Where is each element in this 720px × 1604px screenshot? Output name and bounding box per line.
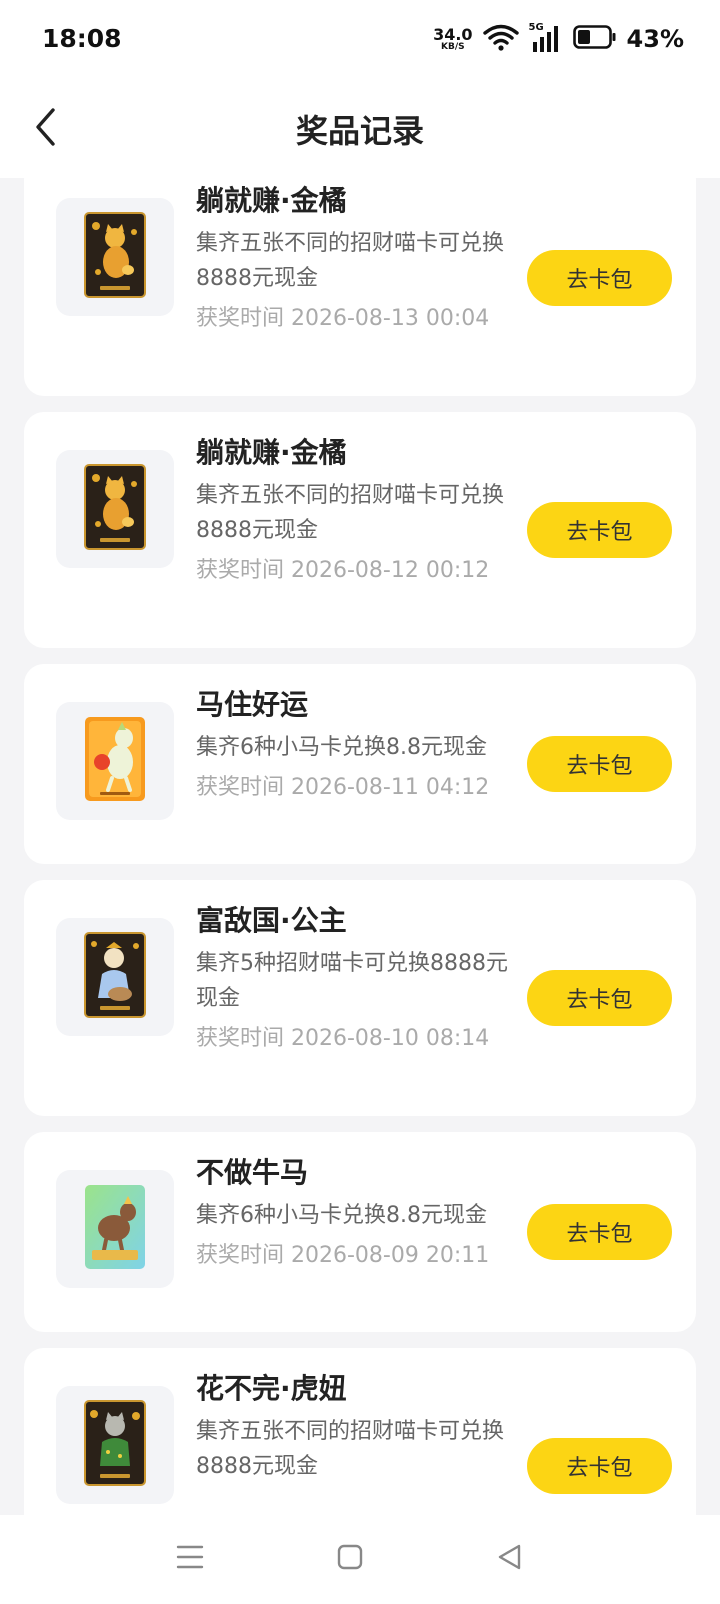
record-time: 获奖时间 2026-08-09 20:11: [196, 1243, 490, 1268]
go-to-card-pack-button[interactable]: 去卡包: [527, 970, 672, 1026]
record-title: 花不完·虎妞: [196, 1372, 347, 1405]
prize-record-card: 富敌国·公主 集齐5种招财喵卡可兑换8888元现金 获奖时间 2026-08-1…: [24, 880, 696, 1116]
record-title: 马住好运: [196, 688, 309, 721]
record-info: 不做牛马 集齐6种小马卡兑换8.8元现金 获奖时间 2026-08-09 20:…: [196, 1152, 514, 1271]
wifi-icon: [482, 23, 519, 55]
app-header: 奖品记录: [0, 80, 720, 178]
system-nav-bar: [0, 1515, 720, 1604]
record-time: 获奖时间 2026-08-11 04:12: [196, 775, 490, 800]
record-description: 集齐五张不同的招财喵卡可兑换8888元现金: [196, 483, 505, 543]
horse-card-icon: [84, 1184, 146, 1274]
princess-cat-card-icon: [84, 932, 146, 1022]
prize-record-list-content: 躺就赚·金橘 集齐五张不同的招财喵卡可兑换8888元现金 获奖时间 2026-0…: [24, 178, 696, 1515]
record-info: 躺就赚·金橘 集齐五张不同的招财喵卡可兑换8888元现金 获奖时间 2026-0…: [196, 432, 514, 586]
record-description: 集齐5种招财喵卡可兑换8888元现金: [196, 951, 508, 1011]
back-triangle-icon: [496, 1543, 524, 1575]
record-description: 集齐五张不同的招财喵卡可兑换8888元现金: [196, 231, 505, 291]
go-to-card-pack-button[interactable]: 去卡包: [527, 736, 672, 792]
card-thumbnail: [56, 1170, 174, 1288]
home-square-icon: [336, 1543, 364, 1575]
record-time: 获奖时间 2026-08-13 00:04: [196, 306, 490, 331]
record-description: 集齐五张不同的招财喵卡可兑换8888元现金: [196, 1419, 505, 1479]
golden-cat-card-icon: [84, 464, 146, 554]
battery-percent: 43%: [626, 25, 684, 53]
network-speed: 34.0 KB/S: [433, 24, 473, 52]
record-title: 躺就赚·金橘: [196, 436, 347, 469]
record-time: 获奖时间 2026-08-10 08:14: [196, 1026, 490, 1051]
record-info: 富敌国·公主 集齐5种招财喵卡可兑换8888元现金 获奖时间 2026-08-1…: [196, 900, 514, 1054]
card-thumbnail: [56, 702, 174, 820]
record-title: 富敌国·公主: [196, 904, 347, 937]
go-to-card-pack-button[interactable]: 去卡包: [527, 250, 672, 306]
record-description: 集齐6种小马卡兑换8.8元现金: [196, 1203, 487, 1228]
card-thumbnail: [56, 198, 174, 316]
prize-record-list[interactable]: 躺就赚·金橘 集齐五张不同的招财喵卡可兑换8888元现金 获奖时间 2026-0…: [0, 178, 720, 1515]
record-info: 花不完·虎妞 集齐五张不同的招财喵卡可兑换8888元现金: [196, 1368, 514, 1484]
page-title: 奖品记录: [295, 112, 424, 150]
system-back-button[interactable]: [488, 1537, 532, 1581]
battery-icon: [572, 24, 617, 54]
card-thumbnail: [56, 918, 174, 1036]
tiger-cat-card-icon: [84, 1400, 146, 1490]
prize-record-card: 马住好运 集齐6种小马卡兑换8.8元现金 获奖时间 2026-08-11 04:…: [24, 664, 696, 864]
recent-apps-button[interactable]: [168, 1537, 212, 1581]
cellular-signal-icon: 5G: [529, 22, 563, 54]
prize-record-card: 花不完·虎妞 集齐五张不同的招财喵卡可兑换8888元现金 去卡包: [24, 1348, 696, 1515]
record-title: 躺就赚·金橘: [196, 184, 347, 217]
record-info: 马住好运 集齐6种小马卡兑换8.8元现金 获奖时间 2026-08-11 04:…: [196, 684, 514, 803]
status-bar: 18:08 34.0 KB/S 5G 43%: [0, 0, 720, 80]
network-speed-unit: KB/S: [441, 41, 465, 52]
record-info: 躺就赚·金橘 集齐五张不同的招财喵卡可兑换8888元现金 获奖时间 2026-0…: [196, 180, 514, 334]
go-to-card-pack-button[interactable]: 去卡包: [527, 1438, 672, 1494]
record-time: 获奖时间 2026-08-12 00:12: [196, 558, 490, 583]
go-to-card-pack-button[interactable]: 去卡包: [527, 1204, 672, 1260]
prize-record-card: 躺就赚·金橘 集齐五张不同的招财喵卡可兑换8888元现金 获奖时间 2026-0…: [24, 178, 696, 396]
status-time: 18:08: [42, 24, 122, 53]
home-button[interactable]: [328, 1537, 372, 1581]
prize-record-card: 躺就赚·金橘 集齐五张不同的招财喵卡可兑换8888元现金 获奖时间 2026-0…: [24, 412, 696, 648]
card-thumbnail: [56, 1386, 174, 1504]
record-title: 不做牛马: [196, 1156, 309, 1189]
lucky-horse-card-icon: [84, 716, 146, 806]
prize-record-card: 不做牛马 集齐6种小马卡兑换8.8元现金 获奖时间 2026-08-09 20:…: [24, 1132, 696, 1332]
card-thumbnail: [56, 450, 174, 568]
status-icons: 34.0 KB/S 5G 43%: [433, 22, 684, 56]
menu-icon: [175, 1543, 205, 1575]
network-speed-value: 34.0: [433, 24, 473, 44]
golden-cat-card-icon: [84, 212, 146, 302]
record-description: 集齐6种小马卡兑换8.8元现金: [196, 735, 487, 760]
go-to-card-pack-button[interactable]: 去卡包: [527, 502, 672, 558]
